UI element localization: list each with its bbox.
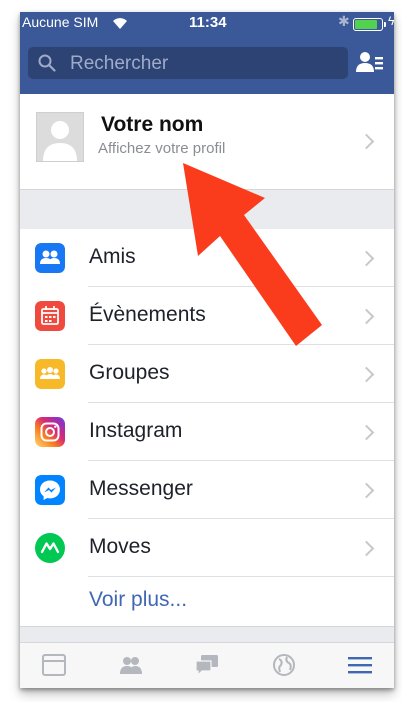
search-input[interactable]: Rechercher xyxy=(28,47,348,79)
menu-item-instagram[interactable]: Instagram xyxy=(20,403,394,461)
instagram-icon xyxy=(35,417,65,447)
wifi-icon xyxy=(113,18,127,29)
chevron-right-icon xyxy=(358,424,375,441)
menu-item-messenger[interactable]: Messenger xyxy=(20,461,394,519)
profile-subtitle: Affichez votre profil xyxy=(98,140,226,157)
battery-level xyxy=(355,20,377,29)
carrier-label: Aucune SIM xyxy=(22,14,99,30)
clock: 11:34 xyxy=(189,14,227,31)
see-more-link[interactable]: Voir plus... xyxy=(89,588,187,612)
tab-bar xyxy=(20,642,394,688)
chevron-right-icon xyxy=(358,308,375,325)
menu-item-evenements[interactable]: Évènements xyxy=(20,287,394,345)
charging-icon: ϟ xyxy=(388,14,394,28)
menu-item-groupes[interactable]: Groupes xyxy=(20,345,394,403)
notifications-globe-icon[interactable] xyxy=(271,653,297,677)
menu-icon[interactable] xyxy=(347,653,373,677)
battery-tip xyxy=(384,22,386,27)
search-icon xyxy=(38,54,56,72)
messenger-icon xyxy=(35,475,65,505)
messages-icon[interactable] xyxy=(194,653,220,677)
contacts-icon[interactable] xyxy=(356,50,384,76)
menu-item-label: Moves xyxy=(89,535,151,558)
see-more-item[interactable]: Voir plus... xyxy=(20,577,394,626)
chevron-right-icon xyxy=(358,133,375,150)
chevron-right-icon xyxy=(358,366,375,383)
friends-icon xyxy=(35,243,65,273)
menu-item-amis[interactable]: Amis xyxy=(20,229,394,287)
menu-item-label: Amis xyxy=(89,245,136,268)
phone-screen: Aucune SIM 11:34 ✱ ϟ Rechercher Votre no… xyxy=(20,12,394,688)
friend-requests-icon[interactable] xyxy=(118,653,144,677)
section-separator xyxy=(20,626,394,643)
friends-icon-bg xyxy=(35,243,65,273)
groups-icon xyxy=(35,359,65,389)
header-bar: Aucune SIM 11:34 ✱ ϟ Rechercher xyxy=(20,12,394,94)
calendar-icon xyxy=(35,301,65,331)
chevron-right-icon xyxy=(358,250,375,267)
moves-icon xyxy=(35,533,65,563)
profile-row[interactable]: Votre nom Affichez votre profil xyxy=(20,94,394,189)
search-placeholder: Rechercher xyxy=(70,53,169,74)
chevron-right-icon xyxy=(358,540,375,557)
menu-item-label: Messenger xyxy=(89,477,193,500)
bluetooth-icon: ✱ xyxy=(338,13,350,29)
default-avatar-icon xyxy=(37,113,83,161)
battery-icon xyxy=(353,18,383,31)
menu-item-moves[interactable]: Moves xyxy=(20,519,394,577)
status-bar: Aucune SIM 11:34 ✱ ϟ xyxy=(20,12,394,36)
menu-item-label: Groupes xyxy=(89,361,170,384)
menu-item-label: Évènements xyxy=(89,303,206,326)
news-feed-icon[interactable] xyxy=(41,653,67,677)
section-separator xyxy=(20,189,394,231)
menu-item-label: Instagram xyxy=(89,419,183,442)
profile-name: Votre nom xyxy=(101,113,204,136)
chevron-right-icon xyxy=(358,482,375,499)
avatar xyxy=(36,112,84,162)
